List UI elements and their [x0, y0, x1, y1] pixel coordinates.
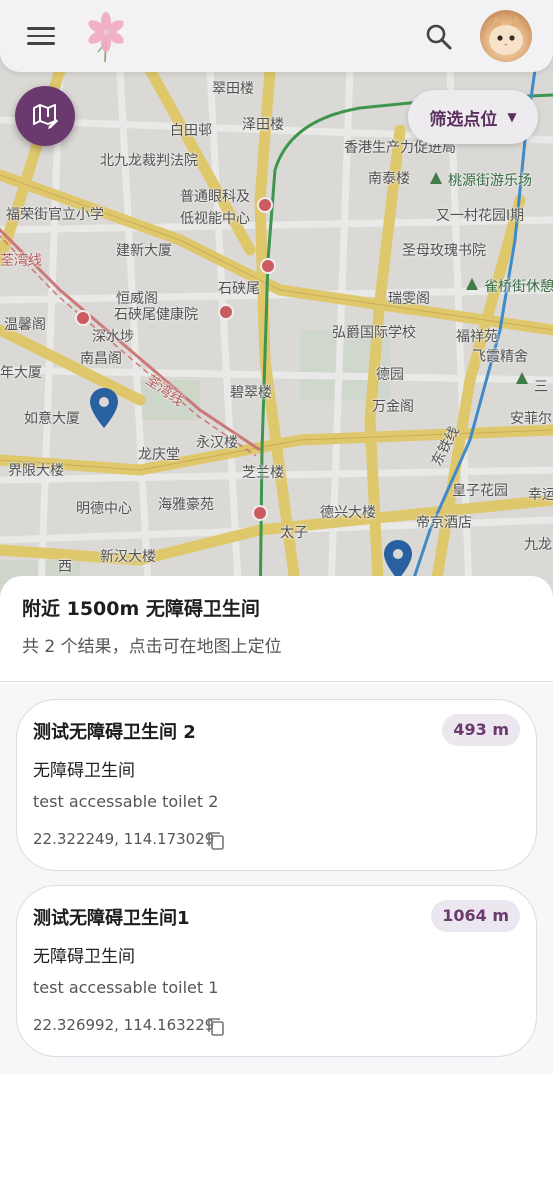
map-label: 德园: [376, 367, 404, 383]
map-label: 福祥苑: [456, 329, 498, 345]
results-sheet: 附近 1500m 无障碍卫生间 共 2 个结果，点击可在地图上定位 测试无障碍卫…: [0, 576, 553, 1200]
map-label: 温馨阁: [4, 317, 46, 333]
result-type: 无障碍卫生间: [33, 947, 135, 967]
map-label: 低视能中心: [180, 211, 250, 227]
distance-badge: 1064 m: [431, 900, 520, 932]
map-label: 界限大楼: [8, 463, 64, 479]
map-label: 如意大厦: [24, 411, 80, 427]
result-title: 测试无障碍卫生间 2: [33, 722, 196, 743]
map-label: 普通眼科及: [180, 189, 250, 205]
map-label: 飞霞精舍: [472, 349, 528, 365]
map-label: 明德中心: [76, 501, 132, 517]
results-list: 测试无障碍卫生间 2 493 m 无障碍卫生间 test accessable …: [0, 684, 553, 1074]
map-label: 翠田楼: [212, 81, 254, 97]
sheet-subtitle: 共 2 个结果，点击可在地图上定位: [22, 637, 282, 657]
map-label: 圣母玫瑰书院: [402, 243, 486, 259]
map-label: 碧翠楼: [230, 385, 272, 401]
map-label: 芝兰楼: [242, 465, 284, 481]
result-card[interactable]: 测试无障碍卫生间1 1064 m 无障碍卫生间 test accessable …: [16, 885, 537, 1057]
map-label: 龙庆堂: [138, 447, 180, 463]
result-coordinates: 22.326992, 114.163229: [33, 1016, 215, 1034]
map-label: 石硖尾健康院: [114, 307, 198, 323]
map-label: 建新大厦: [116, 243, 172, 259]
menu-icon[interactable]: [22, 20, 60, 52]
copy-icon[interactable]: [207, 831, 225, 851]
dropdown-caret-icon: ▼: [507, 110, 517, 124]
sheet-header: 附近 1500m 无障碍卫生间 共 2 个结果，点击可在地图上定位: [0, 576, 553, 682]
filter-button[interactable]: 筛选点位 ▼: [408, 90, 538, 144]
map-label: 北九龙裁判法院: [100, 153, 198, 169]
map-label: 又一村花园I期: [436, 208, 525, 224]
map-label: 皇子花园: [452, 483, 508, 499]
map-label: 新汉大楼: [100, 549, 156, 565]
map-label: 幸运: [528, 487, 553, 503]
map-label: 三: [534, 379, 548, 395]
result-title: 测试无障碍卫生间1: [33, 908, 190, 929]
map-label: 万金阁: [372, 399, 414, 415]
cat-avatar-icon: [489, 16, 523, 55]
result-description: test accessable toilet 2: [33, 792, 219, 811]
result-type: 无障碍卫生间: [33, 761, 135, 781]
flower-logo-icon: [88, 12, 124, 63]
map-label: 泽田楼: [242, 117, 284, 133]
map-label: 安菲尔: [510, 411, 552, 427]
filter-label: 筛选点位: [429, 109, 498, 130]
search-icon[interactable]: [420, 18, 458, 56]
avatar[interactable]: [480, 10, 532, 62]
map-label: 年大厦: [0, 365, 42, 381]
map-label: 南昌阁: [80, 351, 122, 367]
map-label: 福荣街官立小学: [6, 207, 104, 223]
map-label: 石硖尾: [218, 281, 260, 297]
copy-icon[interactable]: [207, 1017, 225, 1037]
app-screen: 翠田楼 白田邨 泽田楼 香港生产力促进局 北九龙裁判法院 桃源街游乐场 普通眼科…: [0, 0, 553, 1200]
map-label: 桃源街游乐场: [448, 173, 532, 189]
result-coordinates: 22.322249, 114.173029: [33, 830, 215, 848]
result-description: test accessable toilet 1: [33, 978, 219, 997]
map-label: 雀桥街休憩处: [484, 279, 553, 295]
result-card[interactable]: 测试无障碍卫生间 2 493 m 无障碍卫生间 test accessable …: [16, 699, 537, 871]
map-label: 深水埗: [92, 329, 134, 345]
map-label: 九龙: [524, 537, 552, 553]
top-app-bar: [0, 0, 553, 72]
distance-badge: 493 m: [442, 714, 520, 746]
map-label: 弘爵国际学校: [332, 325, 416, 341]
sheet-title: 附近 1500m 无障碍卫生间: [22, 598, 260, 620]
map-label: 太子: [280, 525, 308, 541]
map-label: 帝京酒店: [416, 515, 472, 531]
location-pin-icon[interactable]: [90, 388, 118, 428]
map-label: 德兴大楼: [320, 505, 376, 521]
map-label: 永汉楼: [196, 435, 238, 451]
map-label: 白田邨: [170, 123, 212, 139]
map-label: 荃湾线: [0, 253, 42, 269]
map-label: 海雅豪苑: [158, 497, 214, 513]
map-edit-icon: [33, 104, 58, 129]
map-label: 南泰楼: [368, 171, 410, 187]
location-pin-icon[interactable]: [384, 540, 412, 580]
map-label: 西: [58, 559, 72, 575]
map-label: 瑞雯阁: [388, 291, 430, 307]
map-edit-button[interactable]: [15, 86, 75, 146]
